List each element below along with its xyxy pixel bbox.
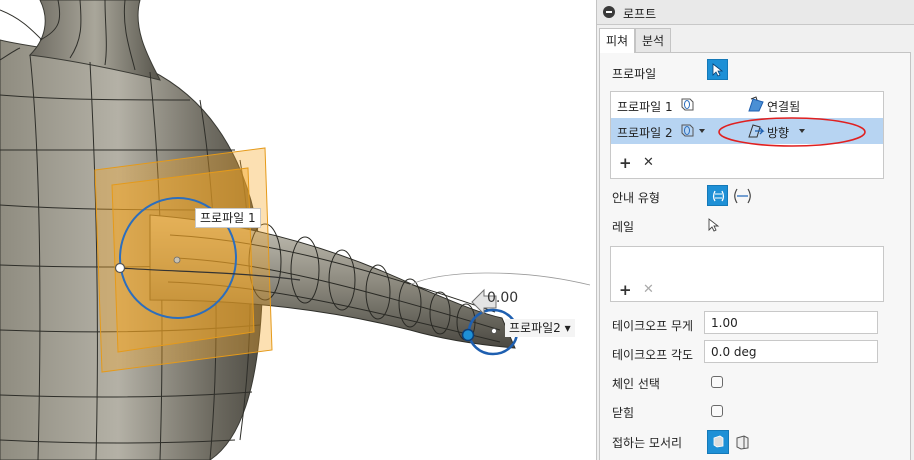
collapse-icon[interactable]: [603, 6, 615, 18]
dialog-body: 프로파일 프로파일 1 연결됨 프로파일 2 방향 + ✕ 안내 유형 레일 +…: [599, 52, 911, 460]
canvas-viewport[interactable]: 프로파일 1 프로파일2 ▾ 0.00: [0, 0, 596, 460]
profile1-tag: 프로파일 1: [195, 208, 261, 228]
cursor-arrow-icon[interactable]: [708, 218, 720, 233]
guide-type-label: 안내 유형: [612, 191, 660, 205]
profile1-point: [114, 262, 126, 274]
chain-selection-checkbox[interactable]: [711, 376, 723, 388]
remove-profile-button[interactable]: ✕: [643, 156, 654, 170]
connected-condition-icon[interactable]: [747, 96, 765, 113]
profile-row-2-name: 프로파일 2: [617, 126, 673, 140]
chain-selection-label: 체인 선택: [612, 377, 660, 391]
takeoff-weight-label: 테이크오프 무게: [612, 319, 694, 333]
tab-feature[interactable]: 피쳐: [599, 28, 636, 53]
tab-analysis[interactable]: 분석: [635, 28, 672, 52]
dimension-value[interactable]: 0.00: [487, 290, 518, 306]
model-graphics: [0, 0, 591, 460]
dialog-header: 로프트: [597, 0, 914, 25]
takeoff-angle-label: 테이크오프 각도: [612, 348, 694, 362]
profile2-point: [461, 328, 475, 342]
tangent-edges-label: 접하는 모서리: [612, 436, 683, 450]
profile-plane-inner: [111, 167, 255, 353]
centerline-icon[interactable]: [733, 187, 753, 205]
profile-row-1-condition: 연결됨: [767, 100, 801, 114]
dialog-title: 로프트: [623, 7, 657, 21]
chevron-down-icon[interactable]: [699, 129, 705, 133]
profile-label: 프로파일: [612, 67, 657, 81]
merge-faces-icon: [713, 435, 724, 448]
profile-plane-icon: [681, 124, 694, 137]
loft-dialog: 로프트 피쳐 분석 프로파일 프로파일 1 연결됨 프로파일 2 방향 + ✕ …: [596, 0, 914, 460]
profile-row-1-name: 프로파일 1: [617, 100, 673, 114]
profile-select-button[interactable]: [707, 59, 728, 80]
takeoff-weight-input[interactable]: 1.00: [704, 311, 878, 334]
rail-label: 레일: [612, 220, 635, 234]
profile2-tag[interactable]: 프로파일2 ▾: [505, 319, 575, 337]
rails-icon: [712, 190, 725, 202]
add-rail-button[interactable]: +: [619, 283, 632, 298]
profile-plane-icon: [681, 98, 694, 111]
tangent-edges-merge-button[interactable]: [707, 430, 729, 454]
takeoff-angle-input[interactable]: 0.0 deg: [704, 340, 878, 363]
split-faces-icon[interactable]: [734, 433, 752, 451]
cursor-arrow-icon: [712, 63, 724, 77]
rail-list: + ✕: [610, 246, 884, 302]
closed-checkbox[interactable]: [711, 405, 723, 417]
closed-label: 닫힘: [612, 406, 635, 420]
remove-rail-button: ✕: [643, 282, 654, 297]
highlight-annotation: [718, 117, 866, 147]
add-profile-button[interactable]: +: [619, 156, 632, 171]
guide-rails-button[interactable]: [707, 185, 728, 206]
